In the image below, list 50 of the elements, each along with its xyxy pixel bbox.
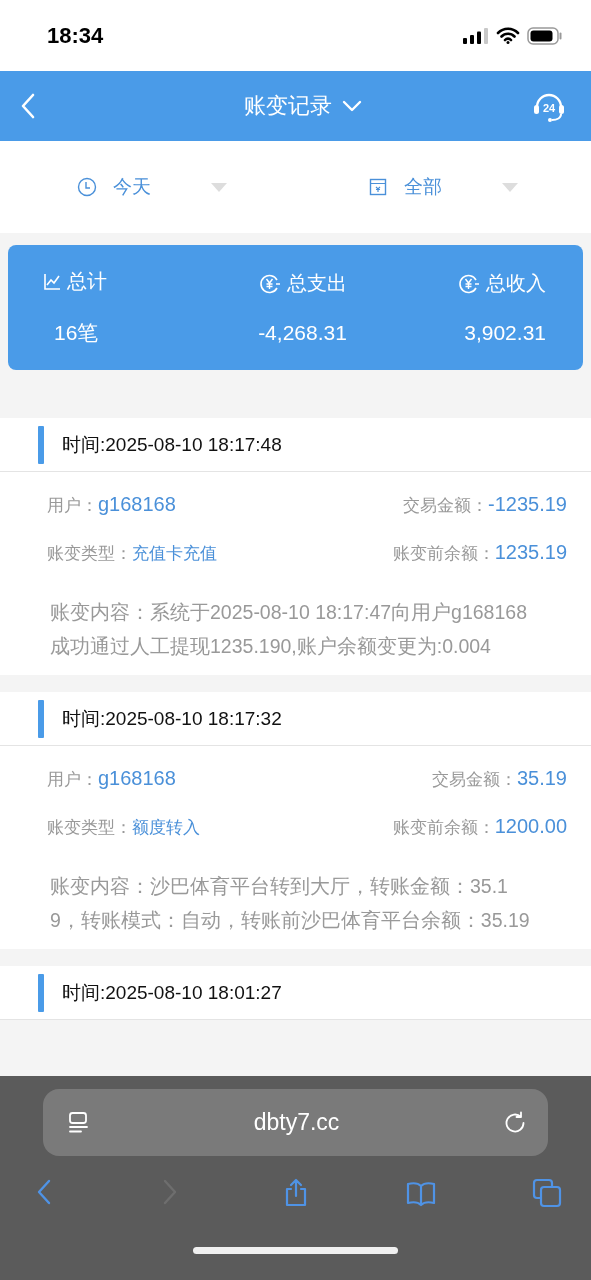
address-bar[interactable]: dbty7.cc xyxy=(43,1089,548,1156)
filter-dropdown[interactable]: 今天 xyxy=(0,141,300,233)
field-value: -1235.19 xyxy=(488,493,567,516)
field-label: 账变类型： xyxy=(47,816,132,839)
record-time: 时间:2025-08-10 18:17:32 xyxy=(62,706,282,731)
accent-bar xyxy=(38,425,44,464)
record-time: 时间:2025-08-10 18:01:27 xyxy=(62,980,282,1005)
field-value: g168168 xyxy=(98,493,176,516)
field-label: 账变前余额： xyxy=(392,543,495,565)
accent-bar xyxy=(38,699,44,738)
record-time: 时间:2025-08-10 18:17:48 xyxy=(62,432,282,457)
field-value: g168168 xyxy=(98,767,176,790)
field-value: 充值卡充值 xyxy=(132,542,217,565)
field-label: 交易金额： xyxy=(403,495,489,517)
status-time: 18:34 xyxy=(47,22,104,49)
tabs-icon[interactable] xyxy=(531,1177,563,1209)
url-text: dbty7.cc xyxy=(253,1109,340,1136)
summary-label: 总收入 xyxy=(486,271,546,296)
field-label: 账变类型： xyxy=(47,542,132,565)
clock-icon xyxy=(77,177,97,197)
title-dropdown[interactable]: 账变记录 xyxy=(243,91,362,121)
field-label: 用户： xyxy=(47,769,98,791)
signal-icon xyxy=(463,27,489,44)
field-value: 35.19 xyxy=(516,767,567,790)
summary-value: 16笔 xyxy=(53,320,99,346)
battery-icon xyxy=(527,26,563,45)
chevron-down-icon xyxy=(341,100,362,112)
caret-icon xyxy=(502,182,518,192)
record-content: 账变内容：沙巴体育平台转到大厅，转账金额：35.19，转账模式：自动，转账前沙巴体育平台余额：35.19 xyxy=(50,874,530,933)
field-label: 用户： xyxy=(47,495,98,517)
chart-icon xyxy=(43,272,61,291)
caret-icon xyxy=(211,182,227,192)
yen-coin-icon xyxy=(258,272,281,295)
back-icon[interactable] xyxy=(20,93,36,119)
accent-bar xyxy=(38,973,44,1012)
field-label: 交易金额： xyxy=(431,769,517,791)
field-label: 账变前余额： xyxy=(392,817,495,839)
yen-coin-icon xyxy=(458,272,480,295)
summary-value: 3,902.31 xyxy=(464,321,546,345)
record-content: 账变内容：系统于2025-08-10 18:17:47向用户g168168成功通过人工提现1235.190,账户余额变更为:0.004 xyxy=(50,600,528,659)
summary-label: 总支出 xyxy=(286,271,347,296)
field-value: 1235.19 xyxy=(494,541,567,564)
wifi-icon xyxy=(496,27,520,44)
calendar-icon xyxy=(368,177,388,197)
summary-label: 总计 xyxy=(67,269,107,294)
filter-dropdown[interactable]: 全部 xyxy=(300,141,591,233)
reader-icon xyxy=(67,1110,91,1135)
field-value: 1200.00 xyxy=(494,815,567,838)
summary-value: -4,268.31 xyxy=(258,321,347,345)
field-value: 额度转入 xyxy=(132,816,200,839)
